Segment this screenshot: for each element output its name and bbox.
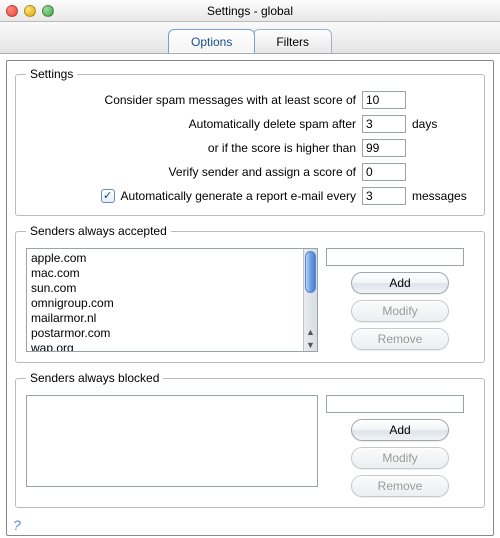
list-item[interactable]: mailarmor.nl <box>31 311 303 326</box>
auto-report-input[interactable] <box>362 187 406 205</box>
blocked-input[interactable] <box>326 395 464 413</box>
content-panel: Settings Consider spam messages with at … <box>6 60 494 536</box>
scroll-down-icon[interactable]: ▼ <box>304 338 317 351</box>
help-icon[interactable]: ? <box>13 517 21 533</box>
titlebar: Settings - global <box>0 0 500 22</box>
tab-options[interactable]: Options <box>168 29 255 53</box>
list-item[interactable]: sun.com <box>31 281 303 296</box>
list-item[interactable]: apple.com <box>31 251 303 266</box>
accepted-input[interactable] <box>326 248 464 266</box>
auto-delete-input[interactable] <box>362 115 406 133</box>
list-item[interactable]: wap.org <box>31 341 303 352</box>
score-higher-label: or if the score is higher than <box>208 141 356 155</box>
window-title: Settings - global <box>0 4 500 18</box>
blocked-remove-button[interactable]: Remove <box>351 475 449 497</box>
auto-report-checkbox[interactable]: ✓ <box>101 189 115 203</box>
verify-sender-label: Verify sender and assign a score of <box>169 165 356 179</box>
accepted-legend: Senders always accepted <box>26 224 171 238</box>
accepted-group: Senders always accepted apple.com mac.co… <box>15 224 485 363</box>
verify-sender-input[interactable] <box>362 163 406 181</box>
score-higher-input[interactable] <box>362 139 406 157</box>
settings-legend: Settings <box>26 67 77 81</box>
tab-bar: Options Filters <box>0 22 500 54</box>
list-item[interactable]: mac.com <box>31 266 303 281</box>
list-item[interactable]: omnigroup.com <box>31 296 303 311</box>
accepted-add-button[interactable]: Add <box>351 272 449 294</box>
score-threshold-label: Consider spam messages with at least sco… <box>105 93 356 107</box>
blocked-modify-button[interactable]: Modify <box>351 447 449 469</box>
score-threshold-input[interactable] <box>362 91 406 109</box>
tab-filters[interactable]: Filters <box>253 29 332 53</box>
scrollbar-thumb[interactable] <box>305 251 316 293</box>
auto-report-suffix: messages <box>412 189 474 203</box>
accepted-scrollbar[interactable]: ▲ ▼ <box>303 249 317 351</box>
auto-delete-label: Automatically delete spam after <box>189 117 356 131</box>
blocked-add-button[interactable]: Add <box>351 419 449 441</box>
accepted-remove-button[interactable]: Remove <box>351 328 449 350</box>
scroll-up-icon[interactable]: ▲ <box>304 325 317 338</box>
settings-group: Settings Consider spam messages with at … <box>15 67 485 216</box>
auto-report-label: Automatically generate a report e-mail e… <box>121 189 356 203</box>
accepted-listbox[interactable]: apple.com mac.com sun.com omnigroup.com … <box>26 248 318 352</box>
blocked-group: Senders always blocked Add Modify Remove <box>15 371 485 508</box>
blocked-legend: Senders always blocked <box>26 371 163 385</box>
auto-delete-suffix: days <box>412 117 474 131</box>
blocked-listbox[interactable] <box>26 395 318 487</box>
list-item[interactable]: postarmor.com <box>31 326 303 341</box>
accepted-modify-button[interactable]: Modify <box>351 300 449 322</box>
